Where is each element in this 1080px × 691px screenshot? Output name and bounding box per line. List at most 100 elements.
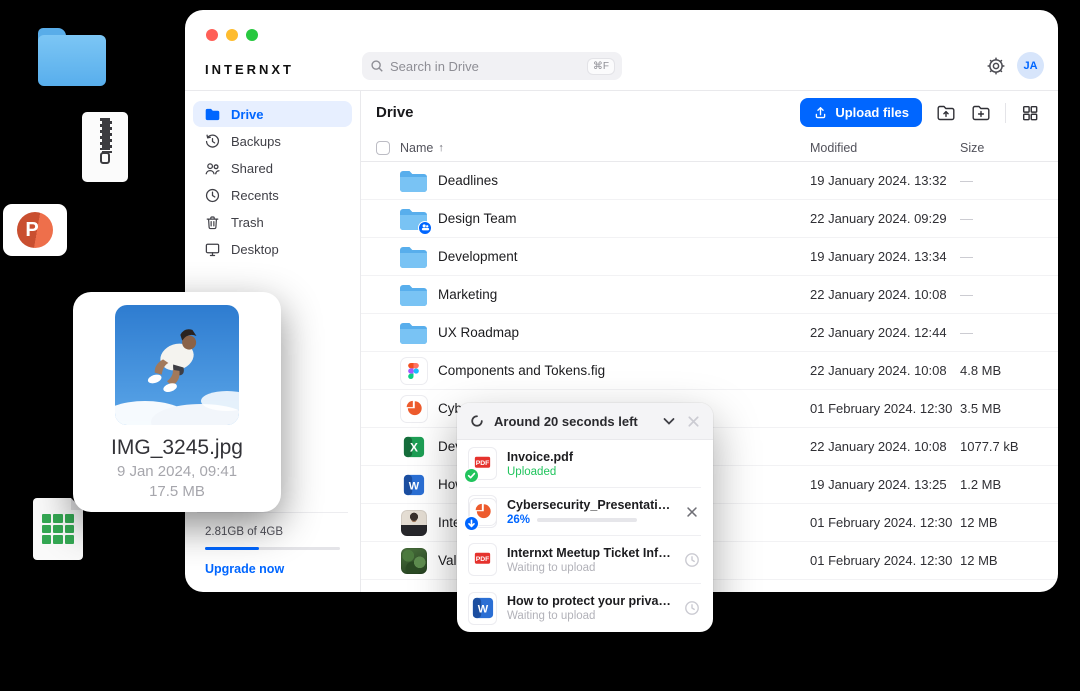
- uploaded-check-badge: [464, 468, 479, 483]
- upload-percent: 26%: [507, 514, 530, 526]
- search-input[interactable]: [390, 59, 588, 74]
- recents-clock-icon: [204, 187, 221, 204]
- table-row[interactable]: UX Roadmap22 January 2024. 12:44—: [361, 314, 1058, 352]
- table-row[interactable]: Components and Tokens.fig22 January 2024…: [361, 352, 1058, 390]
- photo-portrait-icon: [399, 510, 428, 536]
- table-row[interactable]: Design Team22 January 2024. 09:29—: [361, 200, 1058, 238]
- photo-plants-icon: [399, 548, 428, 574]
- upload-file-name: Internxt Meetup Ticket Info.pdf: [507, 546, 672, 560]
- file-size: —: [960, 249, 1058, 264]
- ppt-icon: [399, 396, 428, 422]
- upgrade-link[interactable]: Upgrade now: [205, 562, 340, 576]
- chevron-down-icon[interactable]: [661, 413, 677, 429]
- toolbar-divider: [1005, 103, 1006, 123]
- traffic-lights: [206, 29, 258, 41]
- upload-progress-bar: [537, 518, 637, 522]
- sidebar-item-label: Trash: [231, 215, 264, 230]
- grid-view-button[interactable]: [1019, 102, 1041, 124]
- file-name: Development: [438, 249, 810, 264]
- select-all-checkbox[interactable]: [376, 141, 390, 155]
- close-window-button[interactable]: [206, 29, 218, 41]
- ppt-file-icon: [469, 496, 496, 527]
- gear-icon: [986, 56, 1006, 76]
- upload-item: Cybersecurity_Presentation.ppt26%: [469, 488, 701, 536]
- zoom-window-button[interactable]: [246, 29, 258, 41]
- storage-usage-label: 2.81GB of 4GB: [205, 526, 340, 538]
- modified-column-header[interactable]: Modified: [810, 141, 960, 155]
- file-size: 1.2 MB: [960, 477, 1058, 492]
- upload-status: Uploaded: [507, 466, 701, 478]
- name-column-header[interactable]: Name: [400, 141, 433, 155]
- photo-thumbnail: [115, 305, 239, 425]
- spinner-icon: [469, 413, 485, 429]
- upload-status: Waiting to upload: [507, 562, 672, 574]
- sidebar-item-trash[interactable]: Trash: [193, 209, 352, 235]
- close-panel-icon[interactable]: [686, 414, 701, 429]
- word-icon: W: [399, 472, 428, 498]
- sidebar-item-label: Recents: [231, 188, 279, 203]
- trash-icon: [204, 214, 221, 231]
- file-modified: 22 January 2024. 09:29: [810, 211, 960, 226]
- svg-text:W: W: [408, 480, 419, 492]
- sidebar-item-label: Drive: [231, 107, 264, 122]
- image-size: 17.5 MB: [73, 483, 281, 500]
- file-modified: 01 February 2024. 12:30: [810, 515, 960, 530]
- upload-folder-button[interactable]: [935, 102, 957, 124]
- folder-icon: [399, 244, 428, 270]
- internxt-logo: INTERNXT: [205, 62, 294, 77]
- svg-text:X: X: [410, 440, 418, 454]
- pdf-file-icon: PDF: [469, 448, 496, 479]
- storage-section: 2.81GB of 4GB Upgrade now: [197, 512, 348, 592]
- cancel-upload-icon[interactable]: [685, 505, 699, 519]
- table-header: Name ↑ Modified Size: [361, 134, 1058, 162]
- sidebar-item-label: Desktop: [231, 242, 279, 257]
- upload-files-label: Upload files: [835, 105, 909, 120]
- search-icon: [370, 59, 384, 73]
- sort-ascending-icon[interactable]: ↑: [438, 142, 444, 154]
- desktop-monitor-icon: [204, 241, 221, 258]
- sidebar-item-label: Backups: [231, 134, 281, 149]
- file-modified: 22 January 2024. 10:08: [810, 287, 960, 302]
- upload-time-remaining: Around 20 seconds left: [494, 414, 652, 429]
- upload-item: PDFInternxt Meetup Ticket Info.pdfWaitin…: [469, 536, 701, 584]
- image-filename: IMG_3245.jpg: [73, 436, 281, 460]
- word-file-icon: W: [469, 593, 496, 624]
- new-folder-button[interactable]: [970, 102, 992, 124]
- folder-icon: [399, 320, 428, 346]
- upload-icon: [813, 105, 828, 120]
- file-size: 1077.7 kB: [960, 439, 1058, 454]
- table-row[interactable]: Marketing22 January 2024. 10:08—: [361, 276, 1058, 314]
- sidebar-item-desktop[interactable]: Desktop: [193, 236, 352, 262]
- file-modified: 01 February 2024. 12:30: [810, 401, 960, 416]
- page-title: Drive: [376, 104, 414, 121]
- settings-button[interactable]: [986, 56, 1006, 76]
- file-size: 12 MB: [960, 553, 1058, 568]
- upload-progress-panel: Around 20 seconds left PDF Invoice.pdf Upl…: [457, 403, 713, 632]
- waiting-clock-icon: [684, 600, 700, 616]
- powerpoint-file-icon: P: [3, 204, 67, 256]
- file-modified: 22 January 2024. 12:44: [810, 325, 960, 340]
- folder-icon: [399, 168, 428, 194]
- sidebar-item-backups[interactable]: Backups: [193, 128, 352, 154]
- search-bar[interactable]: ⌘F: [362, 52, 622, 80]
- user-avatar[interactable]: JA: [1017, 52, 1044, 79]
- spreadsheet-file-icon: [33, 498, 83, 560]
- file-name: Components and Tokens.fig: [438, 363, 810, 378]
- size-column-header[interactable]: Size: [960, 141, 1058, 155]
- table-row[interactable]: Deadlines19 January 2024. 13:32—: [361, 162, 1058, 200]
- uploading-arrow-badge: [464, 516, 479, 531]
- shared-people-icon: [204, 160, 221, 177]
- sidebar-item-shared[interactable]: Shared: [193, 155, 352, 181]
- table-row[interactable]: Development19 January 2024. 13:34—: [361, 238, 1058, 276]
- upload-files-button[interactable]: Upload files: [800, 98, 922, 127]
- minimize-window-button[interactable]: [226, 29, 238, 41]
- file-size: —: [960, 325, 1058, 340]
- image-date: 9 Jan 2024, 09:41: [73, 463, 281, 480]
- upload-file-name: Invoice.pdf: [507, 450, 701, 464]
- sidebar-item-recents[interactable]: Recents: [193, 182, 352, 208]
- sidebar-item-drive[interactable]: Drive: [193, 101, 352, 127]
- file-modified: 01 February 2024. 12:30: [810, 553, 960, 568]
- file-modified: 19 January 2024. 13:25: [810, 477, 960, 492]
- image-preview-card: IMG_3245.jpg 9 Jan 2024, 09:41 17.5 MB: [73, 292, 281, 512]
- svg-text:PDF: PDF: [476, 460, 490, 467]
